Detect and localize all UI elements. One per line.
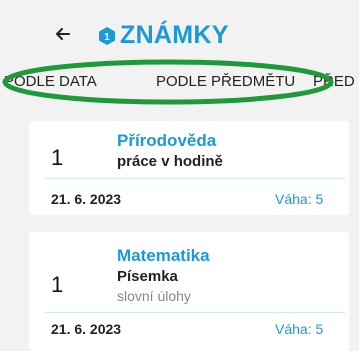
grade-weight: Váha: 5: [275, 321, 324, 337]
tab-bar: PODLE DATA PODLE PŘEDMĚTU PŘED: [0, 62, 359, 102]
arrow-left-icon[interactable]: [53, 24, 73, 44]
subject-name: Matematika: [117, 246, 210, 265]
tab-truncated[interactable]: PŘED: [313, 73, 355, 90]
grade-weight: Váha: 5: [275, 191, 324, 207]
grade-value: 1: [51, 145, 64, 170]
page-title: ZNÁMKY: [120, 21, 229, 49]
grade-date: 21. 6. 2023: [51, 191, 122, 207]
tab-by-date[interactable]: PODLE DATA: [4, 73, 97, 90]
grade-description: práce v hodině: [117, 153, 223, 170]
tab-by-subject[interactable]: PODLE PŘEDMĚTU: [156, 73, 295, 90]
subject-name: Přírodověda: [117, 131, 217, 150]
svg-text:1: 1: [104, 32, 110, 43]
divider: [45, 312, 345, 313]
app-bar: 1 ZNÁMKY: [0, 0, 359, 60]
grade-value: 1: [51, 272, 64, 297]
grade-description: Písemka: [117, 268, 178, 285]
grade-date: 21. 6. 2023: [51, 321, 122, 337]
divider: [45, 178, 345, 179]
hexagon-icon: 1: [97, 26, 117, 46]
grade-note: slovní úlohy: [117, 288, 191, 304]
